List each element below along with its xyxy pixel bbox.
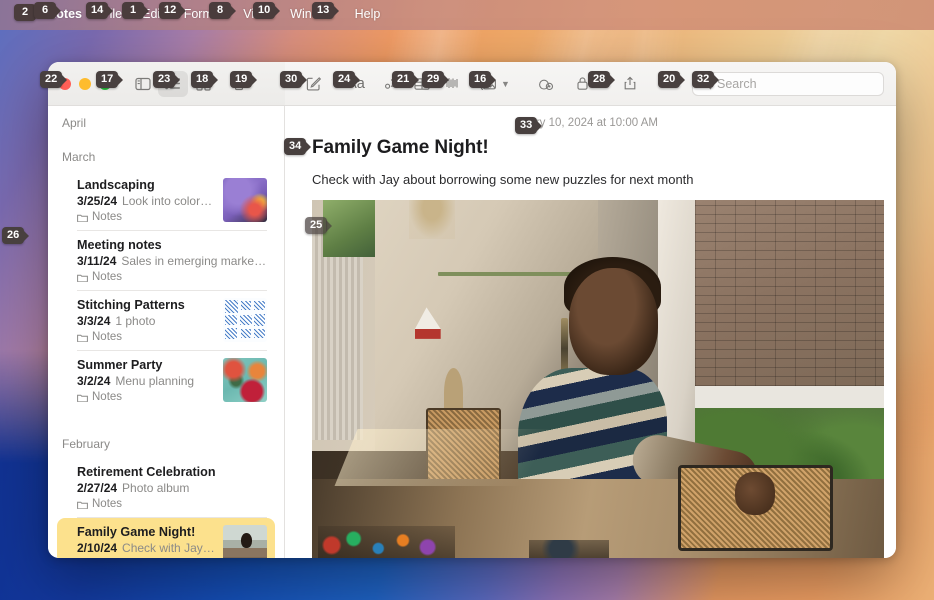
search-placeholder: Search — [717, 76, 757, 91]
note-preview: Photo album — [122, 481, 190, 495]
window-body: April March Landscaping 3/25/24 Look into… — [48, 106, 896, 558]
note-meta: 2/27/24 Photo album — [77, 481, 267, 495]
annotation-badge-17: 17 — [96, 71, 124, 88]
annotation-badge-16: 16 — [469, 71, 497, 88]
folder-icon — [77, 214, 88, 222]
note-date: 2/10/24 — [77, 541, 118, 555]
note-date: 3/3/24 — [77, 314, 111, 328]
note-thumbnail — [223, 298, 267, 342]
folder-icon — [77, 501, 88, 509]
note-info: Summer Party 3/2/24 Menu planning Notes — [77, 358, 215, 403]
annotation-badge-19: 19 — [230, 71, 258, 88]
annotation-badge-21: 21 — [392, 71, 420, 88]
note-title: Summer Party — [77, 358, 163, 372]
note-preview: Look into colorfu… — [122, 194, 215, 208]
annotation-badge-18: 18 — [191, 71, 219, 88]
note-info: Retirement Celebration 2/27/24 Photo albu… — [77, 465, 267, 510]
note-title: Stitching Patterns — [77, 298, 185, 312]
list-item-selected[interactable]: Family Game Night! 2/10/24 Check with Jay… — [57, 518, 275, 558]
annotation-badge-14: 14 — [86, 2, 114, 19]
annotation-badge-22: 22 — [40, 71, 68, 88]
minimize-button[interactable] — [79, 77, 91, 90]
note-meta: 3/2/24 Menu planning — [77, 374, 215, 388]
annotation-badge-30: 30 — [280, 71, 308, 88]
note-thumbnail — [223, 525, 267, 558]
note-thumbnail — [223, 178, 267, 222]
note-preview: 1 photo — [115, 314, 156, 328]
note-title: Family Game Night! — [77, 525, 196, 539]
note-photo[interactable] — [312, 200, 884, 558]
note-info: Stitching Patterns 3/3/24 1 photo Notes — [77, 298, 215, 343]
folder-icon — [77, 274, 88, 282]
note-body-text: Check with Jay about borrowing some new … — [312, 172, 694, 187]
list-item[interactable]: Meeting notes 3/11/24 Sales in emerging m… — [57, 231, 275, 291]
notes-window: Aa — [48, 62, 896, 558]
desktop:  Notes File Edit Format View Window Hel… — [0, 0, 934, 600]
note-folder: Notes — [77, 498, 267, 510]
annotation-badge-26: 26 — [2, 227, 30, 244]
annotation-badge-13: 13 — [312, 2, 340, 19]
search-input[interactable]: Search — [692, 71, 884, 96]
note-preview: Check with Jay a… — [122, 541, 215, 555]
note-info: Family Game Night! 2/10/24 Check with Jay… — [77, 525, 215, 558]
note-list-sidebar[interactable]: April March Landscaping 3/25/24 Look into… — [48, 106, 285, 558]
page-title: Family Game Night! — [312, 137, 489, 158]
note-date: 3/25/24 — [77, 194, 118, 208]
list-item[interactable]: Landscaping 3/25/24 Look into colorfu… No… — [57, 171, 275, 231]
note-folder-label: Notes — [92, 271, 123, 283]
annotation-badge-34: 34 — [284, 138, 312, 155]
note-folder-label: Notes — [92, 498, 123, 510]
note-folder-label: Notes — [92, 391, 123, 403]
annotation-badge-10: 10 — [253, 2, 281, 19]
note-title: Landscaping — [77, 178, 155, 192]
collaborate-icon[interactable] — [532, 71, 562, 97]
note-detail-pane[interactable]: uary 10, 2024 at 10:00 AM Family Game Ni… — [285, 106, 896, 558]
note-meta: 3/25/24 Look into colorfu… — [77, 194, 215, 208]
note-info: Meeting notes 3/11/24 Sales in emerging m… — [77, 238, 267, 283]
note-preview: Menu planning — [115, 374, 195, 388]
folder-icon — [77, 334, 88, 342]
media-chevron-down-icon[interactable]: ▼ — [501, 79, 510, 89]
annotation-badge-6: 6 — [34, 2, 61, 19]
note-folder: Notes — [77, 211, 215, 223]
annotation-badge-1: 1 — [122, 2, 149, 19]
annotation-badge-2: 2 — [14, 4, 41, 21]
annotation-badge-25: 25 — [305, 217, 332, 234]
note-folder-label: Notes — [92, 211, 123, 223]
note-info: Landscaping 3/25/24 Look into colorfu… No… — [77, 178, 215, 223]
note-folder: Notes — [77, 331, 215, 343]
annotation-badge-28: 28 — [588, 71, 616, 88]
note-date: 3/2/24 — [77, 374, 111, 388]
list-item[interactable]: Stitching Patterns 3/3/24 1 photo Notes — [57, 291, 275, 351]
share-icon[interactable] — [615, 71, 645, 97]
note-preview: Sales in emerging markets… — [121, 254, 267, 268]
folder-icon — [77, 394, 88, 402]
month-header-april: April — [62, 116, 87, 130]
note-date: 2/27/24 — [77, 481, 118, 495]
note-timestamp: uary 10, 2024 at 10:00 AM — [523, 117, 658, 129]
note-meta: 2/10/24 Check with Jay a… — [77, 541, 215, 555]
list-item[interactable]: Summer Party 3/2/24 Menu planning Notes — [57, 351, 275, 411]
annotation-badge-12: 12 — [159, 2, 187, 19]
note-meta: 3/11/24 Sales in emerging markets… — [77, 254, 267, 268]
annotation-badge-29: 29 — [422, 71, 450, 88]
annotation-badge-24: 24 — [333, 71, 361, 88]
annotation-badge-20: 20 — [658, 71, 686, 88]
menu-item-help[interactable]: Help — [345, 7, 391, 21]
annotation-badge-32: 32 — [692, 71, 720, 88]
annotation-badge-23: 23 — [153, 71, 181, 88]
list-item[interactable]: Retirement Celebration 2/27/24 Photo albu… — [57, 458, 275, 518]
note-title: Retirement Celebration — [77, 465, 216, 479]
month-header-february: February — [62, 437, 111, 451]
annotation-badge-8: 8 — [209, 2, 236, 19]
note-thumbnail — [223, 358, 267, 402]
note-meta: 3/3/24 1 photo — [77, 314, 215, 328]
note-date: 3/11/24 — [77, 254, 117, 268]
annotation-badge-33: 33 — [515, 117, 543, 134]
note-folder: Notes — [77, 391, 215, 403]
note-title: Meeting notes — [77, 238, 162, 252]
note-folder: Notes — [77, 271, 267, 283]
month-header-march: March — [62, 150, 96, 164]
note-folder-label: Notes — [92, 331, 123, 343]
